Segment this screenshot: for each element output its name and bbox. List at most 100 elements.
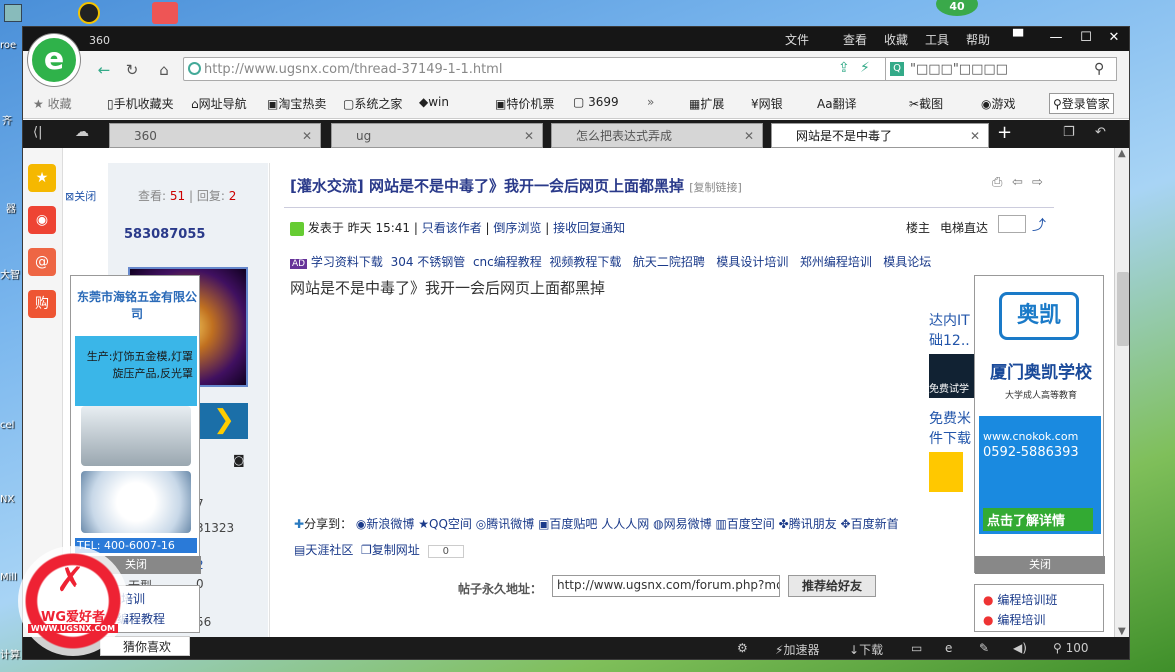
bookmark-item[interactable]: ▣特价机票 [495,95,554,112]
share-baidu-space[interactable]: ▥百度空间 [715,517,774,531]
promo-link[interactable]: 学习资料下载 [311,255,383,269]
tab-ug[interactable]: ug ✕ [331,123,543,148]
share-sina[interactable]: ◉新浪微博 [356,517,415,531]
app-desktop-icon[interactable] [152,2,178,24]
copy-url-link[interactable]: ❐复制网址 [361,543,420,557]
promo-link[interactable]: 304 不锈钢管 [391,255,466,269]
bookmark-favorites[interactable]: ★ 收藏 [33,95,72,112]
permalink-field[interactable]: http://www.ugsnx.com/forum.php?mod [552,575,780,597]
bookmark-item[interactable]: ▯手机收藏夹 [107,95,174,112]
monitor-icon[interactable]: ▭ [911,641,922,655]
clear-icon[interactable]: ✎ [979,641,989,655]
cloud-icon[interactable]: ☁ [75,124,89,140]
accelerator-button[interactable]: ⚡加速器 [775,641,819,658]
recommend-button[interactable]: 推荐给好友 [788,575,876,597]
tab-close-icon[interactable]: ✕ [744,124,754,147]
guess-you-like[interactable]: 猜你喜欢 [100,636,190,656]
promo-link[interactable]: 郑州编程培训 [800,255,872,269]
prev-icon[interactable]: ⇦ [1012,175,1023,190]
share-tianya[interactable]: ▤天涯社区 [294,543,353,557]
scroll-thumb[interactable] [1117,272,1129,346]
promo-link[interactable]: 模具设计培训 [716,255,788,269]
search-input[interactable]: "□□□"□□□□ [910,62,1008,77]
promo-link[interactable]: cnc编程教程 [473,255,542,269]
menu-view[interactable]: 查看 [843,31,867,48]
tab-close-icon[interactable]: ✕ [302,124,312,147]
bookmark-bank[interactable]: ¥网银 [751,95,783,112]
download-button[interactable]: ↓下载 [849,641,883,658]
search-engine-icon[interactable]: Q [890,62,904,76]
shop-icon[interactable]: 购 [28,290,56,318]
tab-close-icon[interactable]: ✕ [970,124,980,147]
favorite-icon[interactable]: ★ [28,164,56,192]
only-author-link[interactable]: 只看该作者 [422,221,482,235]
close-icon[interactable]: ✕ [1099,27,1129,49]
promo-link[interactable]: 航天二院招聘 [633,255,705,269]
more-icon[interactable]: » [647,95,654,109]
mail-icon[interactable]: @ [28,248,56,276]
search-box[interactable]: Q "□□□"□□□□ ⚲ [885,57,1117,81]
go-icon[interactable]: ⤴ [1032,215,1046,235]
promo-link[interactable]: 模具论坛 [883,255,931,269]
sound-icon[interactable]: ◀) [1013,641,1027,655]
author-name[interactable]: 583087055 [124,227,205,242]
share-tencent[interactable]: ◎腾讯微博 [476,517,535,531]
back-icon[interactable]: ← [93,59,115,81]
weibo-icon[interactable]: ◉ [28,206,56,234]
share-page-icon[interactable]: ⇪ [838,60,850,76]
print-icon[interactable]: ⎙ [992,175,1002,190]
search-icon[interactable]: ⚲ [1094,61,1104,77]
link-item[interactable]: ● 编程培训 [983,611,1045,628]
bookmark-item[interactable]: ▣淘宝热卖 [267,95,326,112]
address-url[interactable]: http://www.ugsnx.com/thread-37149-1-1.ht… [204,62,502,77]
browser-logo-icon[interactable]: e [28,34,80,86]
ie-icon[interactable]: e [945,641,952,655]
bookmark-screenshot[interactable]: ✂截图 [909,95,943,112]
link-item[interactable]: ● 编程培训班 [983,591,1057,608]
zoom-control[interactable]: ⚲ 100 [1053,641,1089,655]
computer-desktop-icon[interactable] [4,4,22,22]
ad-cta-button[interactable]: 点击了解详情 [983,508,1093,531]
share-qzone[interactable]: ★QQ空间 [418,517,472,531]
tab-360[interactable]: 360 ✕ [109,123,321,148]
arrow-banner-icon[interactable]: ❯ [200,403,248,439]
notify-link[interactable]: 接收回复通知 [553,221,625,235]
tab-expression[interactable]: 怎么把表达式弄成 ✕ [551,123,763,148]
bookmark-extension[interactable]: ▦扩展 [689,95,724,112]
bookmark-games[interactable]: ◉游戏 [981,95,1016,112]
bookmark-item[interactable]: ▢系统之家 [343,95,402,112]
left-float-ad[interactable]: 东莞市海铭五金有限公司 生产:灯饰五金模,灯罩 旋压产品,反光罩 TEL: 40… [70,275,201,574]
share-renren[interactable]: 人人人网 [601,517,649,531]
close-sidebar-link[interactable]: ⊠关闭 [65,188,96,204]
skin-icon[interactable]: ▀ [1003,27,1033,49]
speed-icon[interactable]: ⚙ [737,641,748,655]
promo-link[interactable]: 视频教程下载 [549,255,621,269]
bookmark-item[interactable]: ◆win [419,95,449,109]
bookmark-item[interactable]: ▢ 3699 [573,95,619,109]
share-163[interactable]: ◍网易微博 [653,517,712,531]
menu-file[interactable]: 文件 [785,31,809,48]
qq-desktop-icon[interactable] [78,2,100,24]
next-icon[interactable]: ⇨ [1032,175,1043,190]
right-float-ad[interactable]: 奥凯 厦门奥凯学校 大学成人高等教育 www.cnokok.com 0592-5… [974,275,1105,574]
address-bar[interactable]: http://www.ugsnx.com/thread-37149-1-1.ht… [183,57,903,81]
minimize-icon[interactable]: — [1041,27,1071,49]
elevator-input[interactable] [998,215,1026,233]
tab-close-icon[interactable]: ✕ [524,124,534,147]
bookmark-translate[interactable]: Aa翻译 [817,95,857,112]
share-pengyou[interactable]: ✤腾讯朋友 [779,517,837,531]
refresh-icon[interactable]: ↻ [121,59,143,81]
menu-tools[interactable]: 工具 [925,31,949,48]
tab-scroll-left-icon[interactable]: ⟨| [33,125,42,140]
share-tieba[interactable]: ▣百度贴吧 [538,517,597,531]
vertical-scrollbar[interactable]: ▲ ▼ [1114,148,1129,641]
new-tab-icon[interactable]: + [997,122,1012,143]
menu-help[interactable]: 帮助 [966,31,990,48]
speed-icon[interactable]: ⚡ [860,60,870,76]
share-baidu-new[interactable]: ✥百度新首 [841,517,899,531]
ad-close-button[interactable]: 关闭 [975,556,1105,574]
reverse-link[interactable]: 倒序浏览 [493,221,541,235]
tab-virus-post[interactable]: 网站是不是中毒了 ✕ [771,123,989,148]
copy-link[interactable]: [复制链接] [689,181,742,194]
home-icon[interactable]: ⌂ [153,59,175,81]
